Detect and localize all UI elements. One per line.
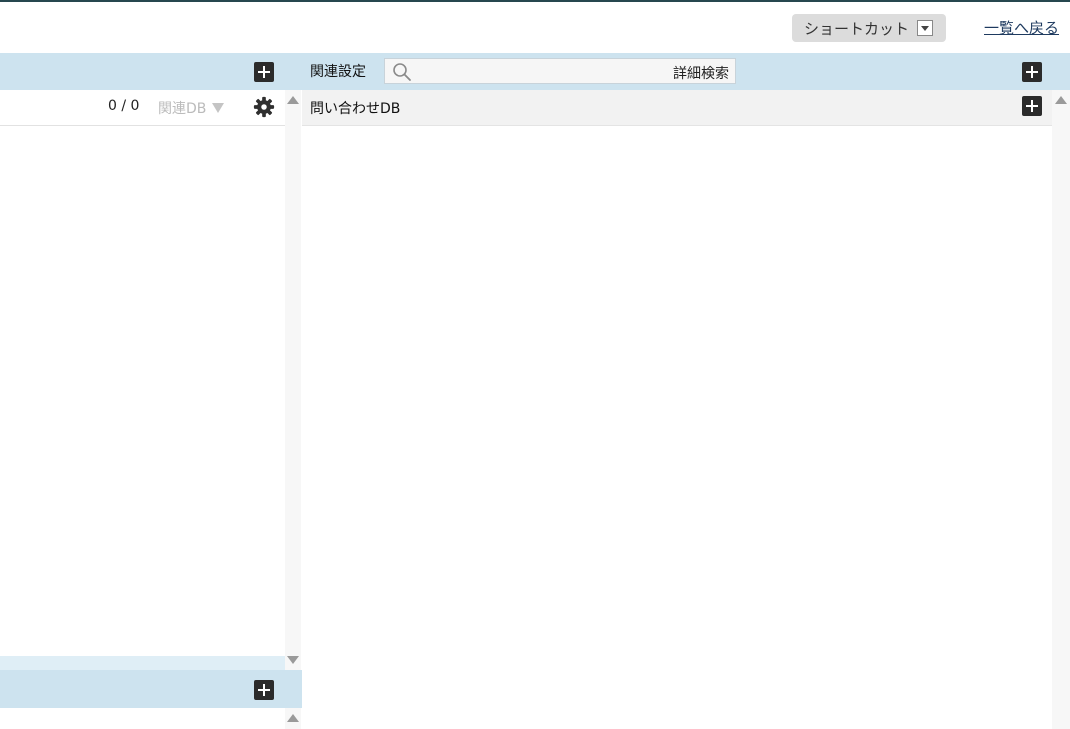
related-search-input[interactable]	[419, 61, 659, 81]
record-counter: 0 / 0	[108, 98, 140, 114]
chevron-down-icon	[212, 103, 225, 113]
add-icon[interactable]	[254, 680, 274, 700]
related-settings-label: 関連設定	[310, 64, 366, 80]
scroll-up-icon[interactable]	[1055, 96, 1067, 104]
related-panel-title: 問い合わせDB	[310, 101, 401, 117]
related-db-label: 関連DB	[158, 101, 207, 117]
left-scrollbar[interactable]	[285, 90, 301, 729]
advanced-search-link[interactable]: 詳細検索	[673, 63, 729, 83]
shortcut-button[interactable]: ショートカット	[792, 14, 946, 42]
add-inquiry-icon[interactable]	[1022, 96, 1042, 116]
related-panel-header	[302, 90, 1052, 126]
scroll-up-icon[interactable]	[287, 96, 299, 104]
add-related-icon[interactable]	[1022, 62, 1042, 82]
scroll-down-icon[interactable]	[287, 656, 299, 664]
right-scrollbar[interactable]	[1052, 90, 1070, 729]
left-lower-strip	[0, 656, 285, 670]
back-to-list-link[interactable]: 一覧へ戻る	[984, 17, 1059, 38]
add-icon[interactable]	[254, 62, 274, 82]
search-icon[interactable]	[392, 62, 412, 82]
related-search-box: 詳細検索	[384, 58, 736, 84]
top-border	[0, 0, 1070, 2]
related-db-dropdown[interactable]: 関連DB	[158, 98, 225, 118]
scroll-up-icon[interactable]	[287, 714, 299, 722]
gear-icon[interactable]	[253, 96, 275, 118]
left-toolbar-row	[0, 90, 285, 126]
chevron-down-icon[interactable]	[917, 20, 933, 36]
shortcut-label: ショートカット	[804, 19, 910, 38]
